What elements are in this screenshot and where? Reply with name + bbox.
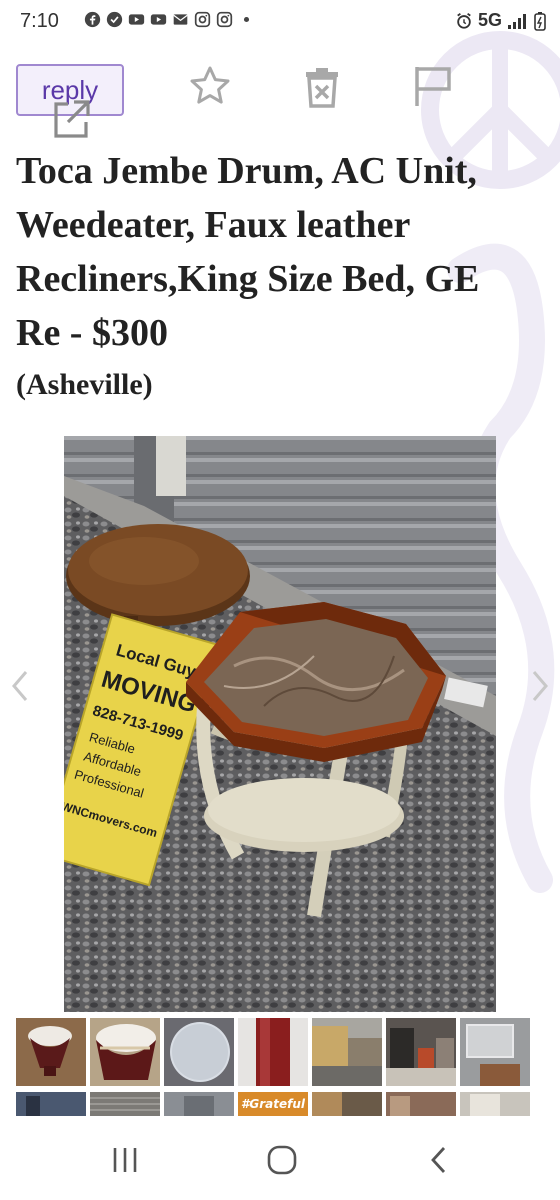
thumbnail-image[interactable] <box>90 1092 160 1116</box>
instagram-icon <box>216 11 233 28</box>
thumbnail-image[interactable] <box>90 1018 160 1086</box>
check-badge-icon <box>106 11 123 28</box>
main-image[interactable]: Local Guys MOVING? 828-713-1999 Reliable… <box>64 436 496 1012</box>
system-nav-bar <box>0 1120 560 1200</box>
recent-apps-icon[interactable] <box>110 1146 140 1174</box>
furniture-photo: Local Guys MOVING? 828-713-1999 Reliable… <box>64 436 496 1012</box>
flag-icon[interactable] <box>412 64 456 108</box>
instagram-icon <box>194 11 211 28</box>
battery-icon <box>534 11 546 31</box>
thumbnail-strip: #Grateful <box>16 1018 530 1118</box>
alarm-icon <box>457 12 471 29</box>
thumbnail-image[interactable] <box>164 1018 234 1086</box>
thumbnail-image[interactable] <box>312 1092 382 1116</box>
star-icon[interactable] <box>188 64 232 108</box>
notification-icons <box>84 11 255 28</box>
thumbnail-image[interactable] <box>16 1092 86 1116</box>
back-icon[interactable] <box>428 1144 450 1176</box>
previous-image-arrow[interactable] <box>8 668 32 704</box>
post-toolbar: reply <box>0 30 560 140</box>
post-location: (Asheville) <box>16 368 153 401</box>
next-image-arrow[interactable] <box>528 668 552 704</box>
thumbnail-image[interactable] <box>386 1018 456 1086</box>
dot-icon <box>243 16 250 23</box>
thumbnail-image[interactable] <box>460 1092 530 1116</box>
thumbnail-image[interactable] <box>312 1018 382 1086</box>
thumbnail-image[interactable] <box>164 1092 234 1116</box>
mail-icon <box>173 14 188 25</box>
network-label: 5G <box>477 10 502 30</box>
youtube-icon <box>128 14 145 25</box>
thumbnail-image[interactable] <box>386 1092 456 1116</box>
facebook-icon <box>84 11 101 28</box>
youtube-icon <box>150 14 167 25</box>
hide-icon[interactable] <box>300 66 344 110</box>
thumbnail-caption: #Grateful <box>241 1097 305 1111</box>
thumbnail-image[interactable] <box>460 1018 530 1086</box>
signal-icon <box>508 13 526 29</box>
share-icon[interactable] <box>50 96 94 140</box>
home-icon[interactable] <box>266 1144 298 1176</box>
status-right: 5G <box>455 10 546 31</box>
thumbnail-image[interactable] <box>16 1018 86 1086</box>
post-title: Toca Jembe Drum, AC Unit, Weedeater, Fau… <box>16 150 480 354</box>
thumbnail-image[interactable] <box>238 1018 308 1086</box>
thumbnail-image[interactable]: #Grateful <box>238 1092 308 1116</box>
